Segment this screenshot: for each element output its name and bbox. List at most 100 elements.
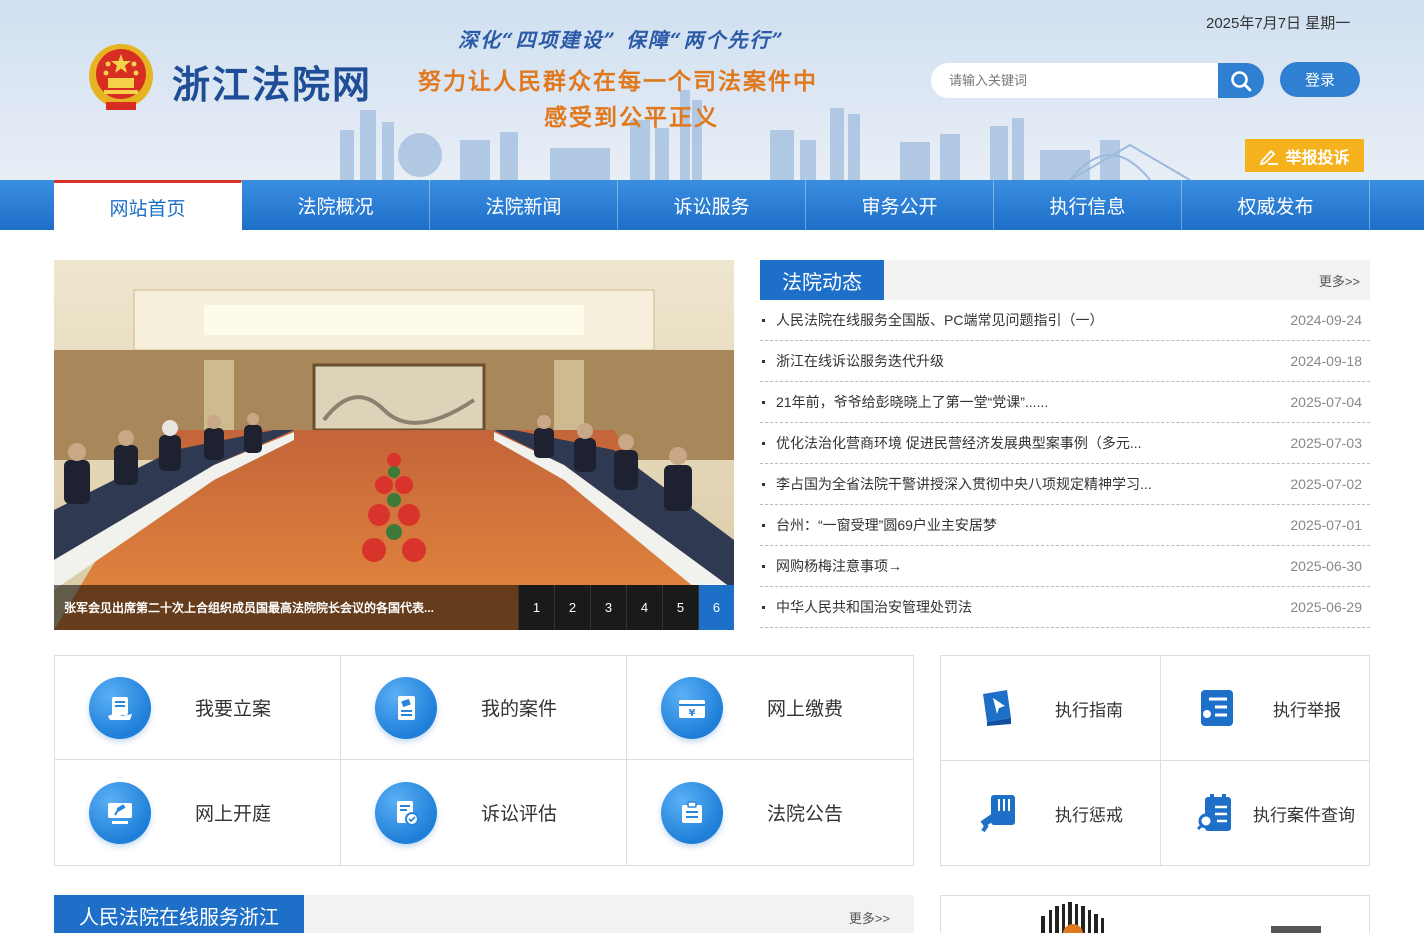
service-label: 我的案件 — [481, 699, 558, 720]
search-icon — [1231, 70, 1252, 91]
carousel-page-button[interactable]: 5 — [662, 585, 698, 630]
service-label: 网上开庭 — [195, 804, 272, 825]
news-header: 法院动态 更多>> — [760, 260, 1370, 300]
execution-report[interactable]: 执行举报 — [1161, 656, 1369, 761]
news-item[interactable]: 中华人民共和国治安管理处罚法 2025-06-29 — [760, 587, 1370, 628]
execution-label: 执行指南 — [1055, 700, 1123, 720]
search-button[interactable] — [1218, 63, 1264, 98]
report-complaint-button[interactable]: 举报投诉 — [1245, 139, 1364, 172]
news-item-date: 2025-06-29 — [1290, 599, 1362, 615]
news-item-title[interactable]: 台州：“一窗受理”圆69户业主安居梦 — [776, 515, 997, 535]
current-date: 2025年7月7日 星期一 — [1206, 15, 1351, 32]
carousel-page-button[interactable]: 4 — [626, 585, 662, 630]
report-complaint-label: 举报投诉 — [1285, 149, 1350, 167]
nav-item-execution-info[interactable]: 执行信息 — [994, 180, 1182, 230]
online-service-section: 人民法院在线服务浙江 更多>> — [54, 895, 914, 933]
carousel-page-button[interactable]: 2 — [554, 585, 590, 630]
execution-services-grid: 执行指南 执行举报 执行惩戒 执行案件查询 — [940, 655, 1370, 866]
nav-item-litigation-service[interactable]: 诉讼服务 — [618, 180, 806, 230]
nav-item-court-overview[interactable]: 法院概况 — [242, 180, 430, 230]
litigation-services-grid: 我要立案 我的案件 ¥ 网上缴费 网上开庭 诉讼评估 法院公告 — [54, 655, 914, 866]
news-item-date: 2025-07-03 — [1290, 435, 1362, 451]
news-item[interactable]: 浙江在线诉讼服务迭代升级 2024-09-18 — [760, 341, 1370, 382]
carousel-page-button-active[interactable]: 6 — [698, 585, 734, 630]
nav-item-trial-affairs[interactable]: 审务公开 — [806, 180, 994, 230]
payment-icon: ¥ — [661, 676, 723, 739]
news-item-title[interactable]: 优化法治化营商环境 促进民营经济发展典型案事例（多元... — [776, 433, 1142, 453]
slogan-line-1: 深化“四项建设” 保障“两个先行” — [458, 28, 785, 52]
service-label: 网上缴费 — [767, 699, 844, 720]
svg-text:¥: ¥ — [689, 708, 696, 719]
news-item-date: 2025-06-30 — [1290, 558, 1362, 574]
service-online-hearing[interactable]: 网上开庭 — [55, 760, 341, 865]
service-my-cases[interactable]: 我的案件 — [341, 656, 627, 760]
news-item-title[interactable]: 人民法院在线服务全国版、PC端常见问题指引（一） — [776, 310, 1103, 330]
court-news-panel: 法院动态 更多>> 人民法院在线服务全国版、PC端常见问题指引（一） 2024-0… — [760, 260, 1370, 628]
news-item-date: 2025-07-04 — [1290, 394, 1362, 410]
online-service-title[interactable]: 人民法院在线服务浙江 — [54, 895, 304, 933]
news-list: 人民法院在线服务全国版、PC端常见问题指引（一） 2024-09-24 浙江在线诉… — [760, 300, 1370, 628]
news-item[interactable]: 台州：“一窗受理”圆69户业主安居梦 2025-07-01 — [760, 505, 1370, 546]
news-item-date: 2024-09-18 — [1290, 353, 1362, 369]
service-label: 诉讼评估 — [481, 804, 558, 825]
service-court-announcement[interactable]: 法院公告 — [627, 760, 913, 865]
news-item-title[interactable]: 浙江在线诉讼服务迭代升级 — [776, 351, 944, 371]
announcement-icon — [661, 781, 723, 844]
carousel-pager: 1 2 3 4 5 6 — [518, 585, 734, 630]
news-item-title[interactable]: 网购杨梅注意事项→ — [776, 556, 902, 576]
file-hand-icon — [89, 676, 151, 739]
service-label: 我要立案 — [195, 699, 272, 720]
news-item-date: 2024-09-24 — [1290, 312, 1362, 328]
carousel-photo[interactable] — [54, 260, 734, 630]
news-title[interactable]: 法院动态 — [760, 260, 884, 300]
main-nav: 网站首页 法院概况 法院新闻 诉讼服务 审务公开 执行信息 权威发布 — [0, 180, 1424, 230]
service-litigation-assessment[interactable]: 诉讼评估 — [341, 760, 627, 865]
online-service-more-link[interactable]: 更多>> — [849, 908, 890, 927]
news-item-title[interactable]: 李占国为全省法院干警讲授深入贯彻中央八项规定精神学习... — [776, 474, 1152, 494]
report-icon — [1195, 686, 1239, 730]
qr-code-icon — [1041, 902, 1321, 933]
assessment-icon — [375, 781, 437, 844]
pen-icon — [1260, 149, 1279, 165]
news-item[interactable]: 21年前，爷爷给彭晓晓上了第一堂“党课”...... 2025-07-04 — [760, 382, 1370, 423]
news-item[interactable]: 李占国为全省法院干警讲授深入贯彻中央八项规定精神学习... 2025-07-02 — [760, 464, 1370, 505]
nav-item-court-news[interactable]: 法院新闻 — [430, 180, 618, 230]
site-header: 浙江法院网 深化“四项建设” 保障“两个先行” 努力让人民群众在每一个司法案件中… — [0, 0, 1424, 180]
news-item[interactable]: 人民法院在线服务全国版、PC端常见问题指引（一） 2024-09-24 — [760, 300, 1370, 341]
nav-item-home[interactable]: 网站首页 — [54, 180, 242, 230]
carousel-page-button[interactable]: 3 — [590, 585, 626, 630]
news-more-link[interactable]: 更多>> — [1319, 271, 1360, 290]
carousel-page-button[interactable]: 1 — [518, 585, 554, 630]
execution-label: 执行举报 — [1273, 700, 1341, 720]
service-file-case[interactable]: 我要立案 — [55, 656, 341, 760]
execution-guide[interactable]: 执行指南 — [941, 656, 1161, 761]
news-item[interactable]: 网购杨梅注意事项→ 2025-06-30 — [760, 546, 1370, 587]
case-document-icon — [375, 676, 437, 739]
execution-case-query[interactable]: 执行案件查询 — [1161, 761, 1369, 865]
execution-discipline[interactable]: 执行惩戒 — [941, 761, 1161, 865]
news-item-title[interactable]: 21年前，爷爷给彭晓晓上了第一堂“党课”...... — [776, 392, 1048, 412]
service-online-payment[interactable]: ¥ 网上缴费 — [627, 656, 913, 760]
execution-label: 执行惩戒 — [1055, 805, 1123, 825]
nav-item-authoritative-release[interactable]: 权威发布 — [1182, 180, 1370, 230]
news-item-date: 2025-07-02 — [1290, 476, 1362, 492]
court-emblem-icon — [89, 44, 153, 110]
case-search-icon — [1195, 791, 1239, 835]
login-button[interactable]: 登录 — [1280, 62, 1360, 97]
gavel-icon — [89, 781, 151, 844]
qr-code-panel — [940, 895, 1370, 933]
carousel-caption-bar: 张军会见出席第二十次上合组织成员国最高法院院长会议的各国代表... 1 2 3 … — [54, 585, 734, 630]
execution-label: 执行案件查询 — [1253, 805, 1355, 825]
slogan-line-3: 感受到公平正义 — [544, 104, 719, 131]
carousel-caption[interactable]: 张军会见出席第二十次上合组织成员国最高法院院长会议的各国代表... — [64, 599, 504, 616]
discipline-icon — [977, 791, 1021, 835]
news-item-date: 2025-07-01 — [1290, 517, 1362, 533]
guide-icon — [977, 686, 1021, 730]
search-input[interactable] — [931, 63, 1219, 98]
news-item[interactable]: 优化法治化营商环境 促进民营经济发展典型案事例（多元... 2025-07-03 — [760, 423, 1370, 464]
service-label: 法院公告 — [767, 804, 844, 825]
site-name: 浙江法院网 — [172, 62, 373, 107]
news-item-title[interactable]: 中华人民共和国治安管理处罚法 — [776, 597, 972, 617]
slogan-line-2: 努力让人民群众在每一个司法案件中 — [418, 68, 818, 95]
news-carousel[interactable]: 张军会见出席第二十次上合组织成员国最高法院院长会议的各国代表... 1 2 3 … — [54, 260, 734, 630]
